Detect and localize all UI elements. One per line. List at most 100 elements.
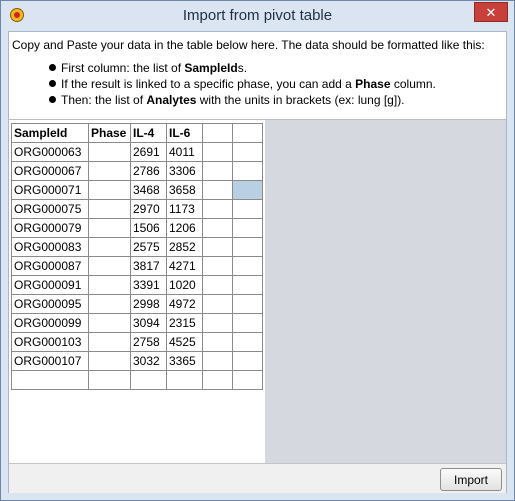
grid-cell[interactable] (88, 370, 131, 390)
grid-cell[interactable]: 2998 (130, 294, 167, 314)
column-header-sampleid[interactable]: SampleId (11, 123, 89, 143)
grid-cell[interactable] (202, 237, 233, 257)
table-row: ORG000099 3094 2315 (11, 313, 263, 333)
grid-cell[interactable] (232, 370, 263, 390)
grid-cell[interactable] (232, 199, 263, 219)
instruction-keyword: Phase (355, 77, 391, 91)
grid-cell[interactable]: 1506 (130, 218, 167, 238)
grid-cell[interactable]: 3365 (166, 351, 203, 371)
grid-cell[interactable] (202, 275, 233, 295)
table-row: ORG000063 2691 4011 (11, 142, 263, 162)
grid-cell[interactable]: ORG000075 (11, 199, 89, 219)
data-grid[interactable]: SampleId Phase IL-4 IL-6 ORG000063 2691 40… (11, 123, 263, 390)
grid-cell[interactable] (11, 370, 89, 390)
grid-cell[interactable] (232, 237, 263, 257)
column-header-il6[interactable]: IL-6 (166, 123, 203, 143)
dialog-content: Copy and Paste your data in the table be… (8, 31, 507, 493)
grid-cell[interactable] (88, 313, 131, 333)
window-title: Import from pivot table (182, 7, 333, 24)
grid-cell[interactable]: ORG000095 (11, 294, 89, 314)
grid-cell[interactable] (88, 332, 131, 352)
grid-cell[interactable] (232, 294, 263, 314)
grid-cell[interactable]: ORG000079 (11, 218, 89, 238)
grid-cell[interactable]: 4525 (166, 332, 203, 352)
grid-cell[interactable] (232, 351, 263, 371)
table-row: ORG000103 2758 4525 (11, 332, 263, 352)
grid-cell[interactable]: 3391 (130, 275, 167, 295)
grid-cell[interactable] (88, 161, 131, 181)
grid-cell[interactable] (232, 275, 263, 295)
grid-cell[interactable] (88, 180, 131, 200)
grid-cell[interactable] (166, 370, 203, 390)
grid-cell[interactable]: 2315 (166, 313, 203, 333)
grid-cell[interactable]: ORG000067 (11, 161, 89, 181)
grid-cell[interactable]: ORG000083 (11, 237, 89, 257)
grid-cell[interactable]: 1173 (166, 199, 203, 219)
grid-cell[interactable] (202, 142, 233, 162)
grid-cell[interactable]: 3094 (130, 313, 167, 333)
grid-cell[interactable] (88, 237, 131, 257)
column-header-empty[interactable] (202, 123, 233, 143)
grid-cell[interactable] (88, 256, 131, 276)
grid-cell[interactable]: ORG000099 (11, 313, 89, 333)
grid-cell[interactable] (202, 199, 233, 219)
grid-cell[interactable] (202, 351, 233, 371)
grid-cell[interactable] (88, 199, 131, 219)
grid-cell[interactable]: 2852 (166, 237, 203, 257)
grid-cell[interactable]: 1206 (166, 218, 203, 238)
column-header-empty[interactable] (232, 123, 263, 143)
grid-cell[interactable]: 2758 (130, 332, 167, 352)
grid-cell[interactable]: 4271 (166, 256, 203, 276)
instruction-text: s. (237, 61, 248, 75)
table-row: ORG000107 3032 3365 (11, 351, 263, 371)
grid-cell[interactable]: 3032 (130, 351, 167, 371)
data-grid-area[interactable]: SampleId Phase IL-4 IL-6 ORG000063 2691 40… (9, 120, 265, 463)
grid-cell[interactable] (202, 218, 233, 238)
grid-cell[interactable]: ORG000107 (11, 351, 89, 371)
close-button[interactable]: ✕ (474, 2, 508, 22)
grid-cell[interactable]: 2786 (130, 161, 167, 181)
grid-cell[interactable]: 3658 (166, 180, 203, 200)
grid-cell[interactable]: ORG000063 (11, 142, 89, 162)
grid-cell[interactable] (88, 294, 131, 314)
grid-cell[interactable]: 3468 (130, 180, 167, 200)
empty-panel (265, 120, 506, 463)
grid-cell[interactable]: 1020 (166, 275, 203, 295)
grid-cell[interactable] (202, 332, 233, 352)
grid-cell[interactable] (232, 332, 263, 352)
grid-cell[interactable] (232, 142, 263, 162)
grid-cell[interactable] (202, 161, 233, 181)
grid-cell[interactable]: 2970 (130, 199, 167, 219)
grid-cell[interactable] (232, 218, 263, 238)
grid-cell[interactable]: 3306 (166, 161, 203, 181)
grid-cell[interactable] (88, 351, 131, 371)
grid-cell[interactable]: 4972 (166, 294, 203, 314)
grid-cell[interactable] (202, 313, 233, 333)
grid-cell[interactable] (88, 218, 131, 238)
grid-cell[interactable] (202, 180, 233, 200)
grid-cell[interactable]: ORG000103 (11, 332, 89, 352)
grid-cell[interactable]: 4011 (166, 142, 203, 162)
grid-cell[interactable] (88, 142, 131, 162)
grid-cell[interactable]: ORG000087 (11, 256, 89, 276)
column-header-il4[interactable]: IL-4 (130, 123, 167, 143)
grid-cell[interactable] (232, 256, 263, 276)
column-header-phase[interactable]: Phase (88, 123, 131, 143)
dialog-window: Import from pivot table ✕ Copy and Paste… (0, 0, 515, 501)
grid-cell[interactable]: 3817 (130, 256, 167, 276)
grid-cell[interactable]: 2575 (130, 237, 167, 257)
instruction-keyword: Analytes (146, 93, 197, 107)
grid-cell[interactable] (202, 370, 233, 390)
title-bar[interactable]: Import from pivot table ✕ (1, 1, 514, 31)
grid-cell[interactable] (202, 294, 233, 314)
grid-cell[interactable] (232, 161, 263, 181)
grid-cell[interactable] (232, 313, 263, 333)
grid-cell[interactable] (88, 275, 131, 295)
grid-cell[interactable] (232, 180, 263, 200)
grid-cell[interactable] (202, 256, 233, 276)
grid-cell[interactable] (130, 370, 167, 390)
grid-cell[interactable]: ORG000071 (11, 180, 89, 200)
grid-cell[interactable]: ORG000091 (11, 275, 89, 295)
import-button[interactable]: Import (440, 468, 502, 491)
grid-cell[interactable]: 2691 (130, 142, 167, 162)
